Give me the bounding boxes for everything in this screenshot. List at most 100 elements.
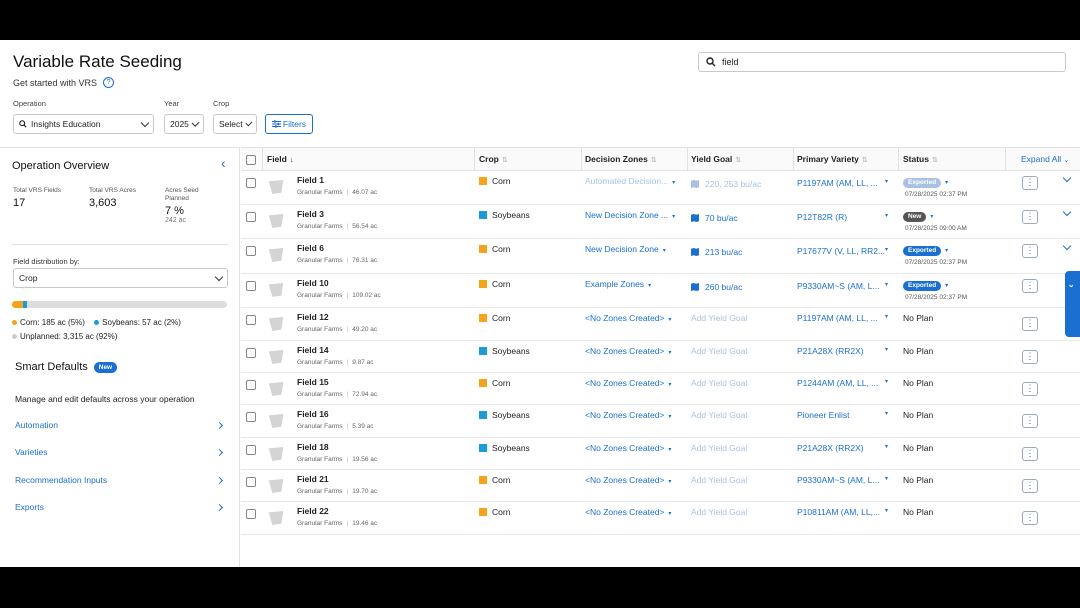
row-actions-kebab-icon[interactable]: ⋮	[1022, 279, 1038, 293]
row-checkbox[interactable]	[246, 509, 256, 519]
caret-down-icon[interactable]: ▾	[885, 410, 888, 417]
field-name[interactable]: Field 1	[297, 175, 324, 185]
caret-down-icon[interactable]: ▾	[885, 246, 888, 253]
header-variety[interactable]: Primary Variety ⇅	[797, 148, 868, 170]
yield-goal-cell[interactable]: Add Yield Goal	[691, 507, 791, 517]
yield-goal-cell[interactable]: Add Yield Goal	[691, 378, 791, 388]
search-input[interactable]: field	[698, 52, 1066, 72]
row-checkbox[interactable]	[246, 412, 256, 422]
header-zones[interactable]: Decision Zones ⇅	[585, 148, 657, 170]
row-checkbox[interactable]	[246, 246, 256, 256]
decision-zones-select[interactable]: <No Zones Created> ▾	[585, 410, 685, 420]
field-name[interactable]: Field 15	[297, 377, 329, 387]
field-name[interactable]: Field 10	[297, 278, 329, 288]
decision-zones-select[interactable]: <No Zones Created> ▾	[585, 378, 685, 388]
table-row[interactable]: Field 22 Granular Farms | 19.46 ac Corn <No Z…	[241, 502, 1080, 535]
decision-zones-select[interactable]: <No Zones Created> ▾	[585, 346, 685, 356]
yield-goal-cell[interactable]: 70 bu/ac	[691, 213, 791, 223]
row-checkbox[interactable]	[246, 178, 256, 188]
table-row[interactable]: Field 18 Granular Farms | 19.56 ac Soybeans <…	[241, 438, 1080, 470]
header-field[interactable]: Field ↓	[267, 148, 293, 170]
yield-goal-cell[interactable]: Add Yield Goal	[691, 346, 791, 356]
primary-variety-select[interactable]: P17677V (V, LL, RR2...	[797, 246, 893, 256]
field-name[interactable]: Field 22	[297, 506, 329, 516]
expand-all-button[interactable]: Expand All ⌄	[1021, 148, 1069, 170]
yield-goal-cell[interactable]: Add Yield Goal	[691, 410, 791, 420]
accordion-varieties[interactable]: Varieties	[15, 447, 225, 457]
accordion-recommendation-inputs[interactable]: Recommendation Inputs	[15, 475, 225, 485]
primary-variety-select[interactable]: P9330AM~S (AM, L...	[797, 281, 893, 291]
row-expand-chevron-icon[interactable]	[1062, 207, 1072, 217]
crop-select[interactable]: Select	[213, 114, 257, 134]
decision-zones-select[interactable]: <No Zones Created> ▾	[585, 475, 685, 485]
caret-down-icon[interactable]: ▾	[885, 313, 888, 320]
table-row[interactable]: Field 14 Granular Farms | 9.87 ac Soybeans <N…	[241, 341, 1080, 373]
row-expand-chevron-icon[interactable]	[1062, 241, 1072, 251]
yield-goal-cell[interactable]: 213 bu/ac	[691, 247, 791, 257]
primary-variety-select[interactable]: P10811AM (AM, LL,...	[797, 507, 893, 517]
row-actions-kebab-icon[interactable]: ⋮	[1022, 244, 1038, 258]
row-actions-kebab-icon[interactable]: ⋮	[1022, 511, 1038, 525]
caret-down-icon[interactable]: ▾	[945, 283, 948, 289]
primary-variety-select[interactable]: P21A28X (RR2X)	[797, 443, 893, 453]
primary-variety-select[interactable]: P1197AM (AM, LL, ...	[797, 313, 893, 323]
primary-variety-select[interactable]: Pioneer Enlist	[797, 410, 893, 420]
decision-zones-select[interactable]: New Decision Zone ▾	[585, 244, 685, 254]
row-expand-chevron-icon[interactable]	[1062, 173, 1072, 183]
decision-zones-select[interactable]: <No Zones Created> ▾	[585, 443, 685, 453]
row-checkbox[interactable]	[246, 212, 256, 222]
row-checkbox[interactable]	[246, 315, 256, 325]
row-actions-kebab-icon[interactable]: ⋮	[1022, 382, 1038, 396]
row-actions-kebab-icon[interactable]: ⋮	[1022, 317, 1038, 331]
field-name[interactable]: Field 12	[297, 312, 329, 322]
primary-variety-select[interactable]: P12T82R (R)	[797, 212, 893, 222]
row-actions-kebab-icon[interactable]: ⋮	[1022, 479, 1038, 493]
row-actions-kebab-icon[interactable]: ⋮	[1022, 447, 1038, 461]
caret-down-icon[interactable]: ▾	[945, 248, 948, 254]
caret-down-icon[interactable]: ▾	[885, 346, 888, 353]
caret-down-icon[interactable]: ▾	[885, 507, 888, 514]
row-checkbox[interactable]	[246, 380, 256, 390]
caret-down-icon[interactable]: ▾	[885, 378, 888, 385]
help-icon[interactable]: ?	[103, 77, 115, 88]
caret-down-icon[interactable]: ▾	[885, 475, 888, 482]
row-actions-kebab-icon[interactable]: ⋮	[1022, 414, 1038, 428]
decision-zones-select[interactable]: <No Zones Created> ▾	[585, 313, 685, 323]
operation-select[interactable]: Insights Education	[13, 114, 154, 134]
header-yield[interactable]: Yield Goal ⇅	[691, 148, 741, 170]
primary-variety-select[interactable]: P9330AM~S (AM, L...	[797, 475, 893, 485]
get-started-link[interactable]: Get started with VRS	[13, 78, 97, 88]
filters-button[interactable]: Filters	[265, 114, 313, 134]
table-row[interactable]: Field 1 Granular Farms | 46.07 ac Corn Automa…	[241, 171, 1080, 205]
year-select[interactable]: 2025	[164, 114, 204, 134]
table-row[interactable]: Field 10 Granular Farms | 109.02 ac Corn Exam…	[241, 274, 1080, 308]
caret-down-icon[interactable]: ▾	[885, 443, 888, 450]
row-actions-kebab-icon[interactable]: ⋮	[1022, 350, 1038, 364]
caret-down-icon[interactable]: ▾	[885, 178, 888, 185]
caret-down-icon[interactable]: ▾	[930, 214, 933, 220]
caret-down-icon[interactable]: ▾	[885, 212, 888, 219]
yield-goal-cell[interactable]: Add Yield Goal	[691, 443, 791, 453]
header-status[interactable]: Status ⇅	[903, 148, 938, 170]
field-name[interactable]: Field 3	[297, 209, 324, 219]
row-checkbox[interactable]	[246, 281, 256, 291]
row-checkbox[interactable]	[246, 477, 256, 487]
carl-assistant-tab[interactable]: CARL ‹	[1058, 271, 1080, 337]
header-crop[interactable]: Crop ⇅	[479, 148, 508, 170]
primary-variety-select[interactable]: P1197AM (AM, LL, ...	[797, 178, 893, 188]
accordion-exports[interactable]: Exports	[15, 502, 225, 512]
row-actions-kebab-icon[interactable]: ⋮	[1022, 176, 1038, 190]
caret-down-icon[interactable]: ▾	[885, 281, 888, 288]
yield-goal-cell[interactable]: 220, 253 bu/ac	[691, 179, 791, 189]
row-checkbox[interactable]	[246, 348, 256, 358]
table-row[interactable]: Field 21 Granular Farms | 19.70 ac Corn <No Z…	[241, 470, 1080, 502]
primary-variety-select[interactable]: P1244AM (AM, LL, ...	[797, 378, 893, 388]
distribution-select[interactable]: Crop	[13, 268, 228, 288]
caret-down-icon[interactable]: ▾	[945, 180, 948, 186]
chevron-left-icon[interactable]: ‹	[221, 156, 235, 170]
row-actions-kebab-icon[interactable]: ⋮	[1022, 210, 1038, 224]
yield-goal-cell[interactable]: Add Yield Goal	[691, 475, 791, 485]
table-row[interactable]: Field 15 Granular Farms | 72.94 ac Corn <No Z…	[241, 373, 1080, 405]
table-row[interactable]: Field 16 Granular Farms | 5.39 ac Soybeans <N…	[241, 405, 1080, 438]
field-name[interactable]: Field 14	[297, 345, 329, 355]
